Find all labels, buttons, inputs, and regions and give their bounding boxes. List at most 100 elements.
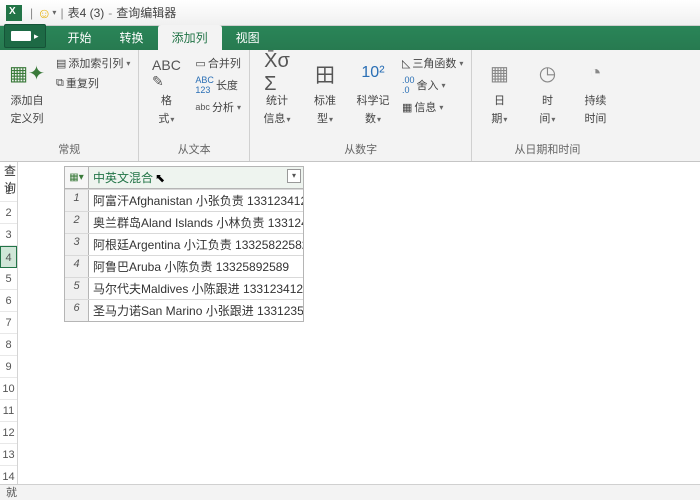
group-label: 从日期和时间 xyxy=(478,139,616,159)
label: 日 xyxy=(494,92,505,108)
label: 时 xyxy=(542,92,553,108)
dash-icon: - xyxy=(108,6,112,20)
select-all-corner[interactable]: ▦▾ xyxy=(65,167,89,188)
file-button[interactable]: ▸ xyxy=(4,24,46,48)
label: 型▾ xyxy=(317,110,333,126)
label: 数▾ xyxy=(365,110,381,126)
worksheet-row-gutter: 查询 1 2 3 4 5 6 7 8 9 10 11 12 13 14 xyxy=(0,162,18,484)
ws-row[interactable]: 10 xyxy=(0,378,17,400)
info-number-button[interactable]: ▦ 信息 ▾ xyxy=(400,98,465,116)
excel-icon xyxy=(6,5,22,21)
tab-home[interactable]: 开始 xyxy=(54,25,106,50)
ten-squared-icon: 10² xyxy=(356,56,390,90)
ws-row[interactable]: 8 xyxy=(0,334,17,356)
statistics-button[interactable]: X̄σΣ 统计 信息▾ xyxy=(256,54,298,128)
cell[interactable]: 阿富汗Afghanistan 小张负责 133123412 xyxy=(89,190,303,211)
app-title: 查询编辑器 xyxy=(116,4,176,21)
ribbon-tab-strip: ▸ 开始 转换 添加列 视图 xyxy=(0,26,700,50)
label: 定义列 xyxy=(11,110,44,126)
mouse-cursor-icon: ⬉ xyxy=(155,171,165,185)
date-button[interactable]: ▦ 日 期▾ xyxy=(478,54,520,128)
ws-row[interactable]: 7 xyxy=(0,312,17,334)
index-icon: ▤ xyxy=(56,57,66,70)
ws-row[interactable]: 3 xyxy=(0,224,17,246)
grid-header: ▦▾ 中英文混合 ⬉ ▾ xyxy=(65,167,303,189)
tab-view[interactable]: 视图 xyxy=(222,25,274,50)
cell[interactable]: 圣马力诺San Marino 小张跟进 13312351 xyxy=(89,300,303,321)
filter-dropdown-icon[interactable]: ▾ xyxy=(287,169,301,183)
table-sparkle-icon: ▦✦ xyxy=(10,56,44,90)
cell[interactable]: 马尔代夫Maldives 小陈跟进 1331234124 xyxy=(89,278,303,299)
standard-button[interactable]: 田 标准 型▾ xyxy=(304,54,346,128)
format-button[interactable]: ABC✎ 格 式▾ xyxy=(145,54,187,128)
qat-dropdown-icon[interactable]: ▾ xyxy=(52,8,56,17)
label: 添加自 xyxy=(11,92,44,108)
title-bar: | ☺ ▾ | 表4 (3) - 查询编辑器 xyxy=(0,0,700,26)
tab-add-column[interactable]: 添加列 xyxy=(158,25,222,50)
row-number: 1 xyxy=(65,190,89,211)
ws-row[interactable]: 2 xyxy=(0,202,17,224)
add-index-column-button[interactable]: ▤ 添加索引列 ▾ xyxy=(54,54,132,72)
duplicate-column-button[interactable]: ⧉ 重复列 xyxy=(54,74,132,92)
ws-row[interactable]: 13 xyxy=(0,444,17,466)
file-bar-icon xyxy=(11,31,31,41)
group-from-datetime: ▦ 日 期▾ ◷ 时 间▾ ◔ 持续 时间 从日期和时间 xyxy=(472,50,622,161)
label: 期▾ xyxy=(491,110,507,126)
analyze-button[interactable]: abc 分析 ▾ xyxy=(193,98,243,116)
time-button[interactable]: ◷ 时 间▾ xyxy=(526,54,568,128)
ws-row[interactable]: 12 xyxy=(0,422,17,444)
row-number: 4 xyxy=(65,256,89,277)
queries-panel-label[interactable]: 查询 xyxy=(2,160,18,198)
editor-content: ▦▾ 中英文混合 ⬉ ▾ 1 阿富汗Afghanistan 小张负责 13312… xyxy=(18,162,700,484)
separator-icon: | xyxy=(60,6,63,20)
length-button[interactable]: ABC123 长度 xyxy=(193,74,243,96)
label: 统计 xyxy=(266,92,288,108)
ws-row[interactable]: 9 xyxy=(0,356,17,378)
table-row[interactable]: 6 圣马力诺San Marino 小张跟进 13312351 xyxy=(65,299,303,321)
row-number: 3 xyxy=(65,234,89,255)
status-text: 就 xyxy=(6,487,17,499)
table-row[interactable]: 3 阿根廷Argentina 小江负责 13325822582 xyxy=(65,233,303,255)
ws-row-selected[interactable]: 4 xyxy=(0,246,17,268)
label: 添加索引列 xyxy=(68,55,123,71)
rounding-button[interactable]: .00.0 舍入 ▾ xyxy=(400,74,465,96)
triangle-icon: ◺ xyxy=(402,57,410,70)
merge-columns-button[interactable]: ▭ 合并列 xyxy=(193,54,243,72)
label: 信息▾ xyxy=(263,110,290,126)
info-icon: ▦ xyxy=(402,101,412,114)
label: 间▾ xyxy=(539,110,555,126)
column-header[interactable]: 中英文混合 ⬉ ▾ xyxy=(89,167,303,188)
duration-button[interactable]: ◔ 持续 时间 xyxy=(574,54,616,128)
dropdown-arrow-icon: ▸ xyxy=(34,31,39,42)
duration-icon: ◔ xyxy=(578,56,612,90)
trigonometry-button[interactable]: ◺ 三角函数 ▾ xyxy=(400,54,465,72)
calendar-icon: ▦ xyxy=(482,56,516,90)
label: 时间 xyxy=(584,110,606,126)
table-row[interactable]: 1 阿富汗Afghanistan 小张负责 133123412 xyxy=(65,189,303,211)
tab-transform[interactable]: 转换 xyxy=(106,25,158,50)
table-row[interactable]: 5 马尔代夫Maldives 小陈跟进 1331234124 xyxy=(65,277,303,299)
ws-row[interactable]: 5 xyxy=(0,268,17,290)
table-row[interactable]: 2 奥兰群岛Aland Islands 小林负责 1331249 xyxy=(65,211,303,233)
dropdown-arrow-icon: ▾ xyxy=(441,81,445,90)
row-number: 2 xyxy=(65,212,89,233)
add-custom-column-button[interactable]: ▦✦ 添加自 定义列 xyxy=(6,54,48,128)
group-label: 从文本 xyxy=(145,139,243,159)
group-from-text: ABC✎ 格 式▾ ▭ 合并列 ABC123 长度 abc 分析 ▾ xyxy=(139,50,250,161)
cell[interactable]: 阿根廷Argentina 小江负责 13325822582 xyxy=(89,234,303,255)
analyze-icon: abc xyxy=(195,102,210,112)
dropdown-arrow-icon: ▾ xyxy=(126,59,130,68)
dropdown-arrow-icon: ▾ xyxy=(459,59,463,68)
cell[interactable]: 奥兰群岛Aland Islands 小林负责 1331249 xyxy=(89,212,303,233)
clock-icon: ◷ xyxy=(530,56,564,90)
table-row[interactable]: 4 阿鲁巴Aruba 小陈负责 13325892589 xyxy=(65,255,303,277)
ws-row[interactable]: 6 xyxy=(0,290,17,312)
data-grid: ▦▾ 中英文混合 ⬉ ▾ 1 阿富汗Afghanistan 小张负责 13312… xyxy=(64,166,304,322)
dropdown-arrow-icon: ▾ xyxy=(237,103,241,112)
separator-icon: | xyxy=(30,6,33,20)
ws-row[interactable]: 11 xyxy=(0,400,17,422)
scientific-button[interactable]: 10² 科学记 数▾ xyxy=(352,54,394,128)
cell[interactable]: 阿鲁巴Aruba 小陈负责 13325892589 xyxy=(89,256,303,277)
format-abc-icon: ABC✎ xyxy=(149,56,183,90)
duplicate-icon: ⧉ xyxy=(56,77,64,90)
